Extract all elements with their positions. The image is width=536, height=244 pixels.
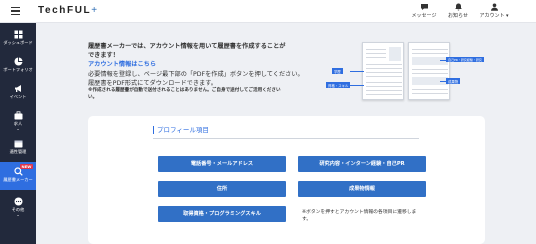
- tag-self-pr: 自己PR・研究経験・研究: [446, 57, 484, 63]
- account-info-link[interactable]: アカウント情報はこちら: [88, 60, 310, 69]
- profile-card: プロフィール項目 電話番号・メールアドレス 研究内容・インターン経験・自己PR …: [88, 116, 485, 244]
- techful-logo[interactable]: TechFUL+: [38, 5, 99, 16]
- sidebar-item-label: イベント: [9, 94, 27, 99]
- section-divider: [153, 138, 419, 139]
- qualifications-skills-button[interactable]: 取得資格・プログラミングスキル: [158, 206, 286, 222]
- sidebar-item-aptitude[interactable]: 適性管理: [0, 135, 36, 161]
- account-icon: [490, 3, 498, 11]
- sidebar-item-dashboard[interactable]: ダッシュボード: [0, 26, 36, 52]
- sidebar-item-other[interactable]: その他 ⌄: [0, 193, 36, 221]
- sidebar-item-label: 履歴書メーカー: [3, 177, 33, 182]
- intro-note-1: ※作成される履歴書が自動で送付されることはありません。ご自身で送付してご活用くだ…: [88, 88, 281, 93]
- new-badge: NEW: [20, 164, 33, 169]
- resume-page-1: [362, 42, 404, 100]
- menu-icon[interactable]: [11, 7, 20, 16]
- sidebar-item-portfolio[interactable]: ポートフォリオ: [0, 53, 36, 79]
- calendar-icon: [14, 140, 22, 148]
- resume-page-2: [408, 42, 450, 100]
- tag-deliverables: 成果物: [446, 78, 461, 85]
- profile-section-title: プロフィール項目: [153, 126, 209, 134]
- intro-line-2: できます！: [88, 52, 119, 59]
- top-header: TechFUL+ メッセージ お知らせ アカウント ▾: [0, 0, 536, 23]
- message-icon: [420, 4, 428, 10]
- chevron-down-icon: ▾: [506, 13, 509, 19]
- sidebar-item-jobs[interactable]: 求人 ⌄: [0, 107, 36, 133]
- chevron-down-icon: ⌄: [16, 126, 20, 131]
- briefcase-icon: [14, 111, 22, 120]
- header-notifications-label: お知らせ: [448, 13, 468, 19]
- intro-body-2: 履歴書をPDF形式にてダウンロードできます。: [88, 80, 217, 87]
- intro-line-1: 履歴書メーカーでは、アカウント情報を用いて履歴書を作成することが: [88, 43, 286, 50]
- header-notifications-button[interactable]: お知らせ: [438, 3, 478, 19]
- research-intern-pr-button[interactable]: 研究内容・インターン経験・自己PR: [298, 156, 426, 172]
- intro-section: 履歴書メーカーでは、アカウント情報を用いて履歴書を作成することが できます！ ア…: [88, 42, 310, 101]
- tag-education: 学歴: [332, 68, 343, 75]
- hint-line-2: す。: [302, 216, 312, 222]
- button-hint-text: ※ボタンを押すとアカウント情報の各項目に遷移しま す。: [302, 210, 432, 224]
- deliverables-button[interactable]: 成果物情報: [298, 181, 426, 197]
- phone-email-button[interactable]: 電話番号・メールアドレス: [158, 156, 286, 172]
- header-account-label: アカウント ▾: [479, 13, 509, 19]
- intro-body-1: 必要情報を登録し、ページ最下部の「PDFを作成」ボタンを押してください。: [88, 71, 304, 78]
- sidebar-item-label: ダッシュボード: [3, 40, 33, 45]
- tag-skills: 資格・スキル: [326, 82, 351, 89]
- intro-note-2: い。: [88, 94, 98, 100]
- sidebar-item-resume-maker[interactable]: NEW 履歴書メーカー: [0, 162, 36, 190]
- sidebar: ダッシュボード ポートフォリオ イベント 求人 ⌄ 適性管理 NEW 履歴書メー…: [0, 23, 36, 244]
- header-account-button[interactable]: アカウント ▾: [474, 3, 514, 19]
- sidebar-item-events[interactable]: イベント: [0, 80, 36, 106]
- bell-icon: [454, 3, 462, 11]
- more-icon: [14, 197, 22, 206]
- megaphone-icon: [14, 85, 21, 92]
- resume-illustration: 学歴 資格・スキル 自己PR・研究経験・研究 成果物: [320, 40, 484, 104]
- hint-line-1: ※ボタンを押すとアカウント情報の各項目に遷移しま: [302, 210, 417, 215]
- dashboard-icon: [14, 30, 22, 39]
- sidebar-item-label: 適性管理: [9, 149, 27, 154]
- sidebar-item-label: ポートフォリオ: [3, 67, 33, 72]
- portfolio-icon: [14, 57, 22, 66]
- address-button[interactable]: 住所: [158, 181, 286, 197]
- chevron-down-icon: ⌄: [16, 212, 20, 217]
